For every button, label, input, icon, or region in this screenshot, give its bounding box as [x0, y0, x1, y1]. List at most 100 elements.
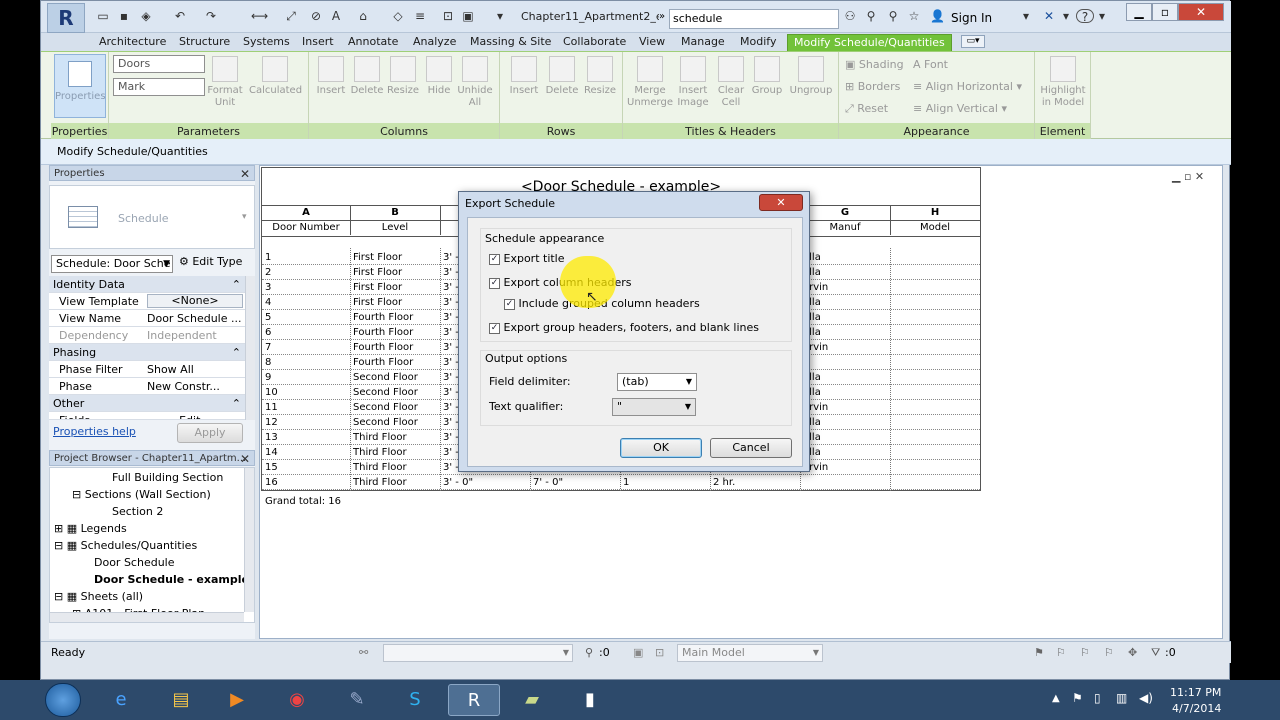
ok-button[interactable]: OK	[620, 438, 702, 458]
select-underlay-icon[interactable]: ⚐	[1056, 642, 1066, 664]
schedule-cell[interactable]: ella	[803, 371, 889, 385]
tray-volume-icon[interactable]: ◀)	[1139, 691, 1153, 705]
view-window-controls[interactable]: ▁ ▫ ✕	[1172, 170, 1204, 183]
title-chevron-icon[interactable]: »	[659, 11, 665, 22]
select-by-face-icon[interactable]: ⚐	[1104, 642, 1114, 664]
field-delimiter-select[interactable]: (tab) ▼	[617, 373, 697, 391]
merge-unmerge-button[interactable]: Merge Unmerge	[627, 56, 673, 109]
tab-manage[interactable]: Manage	[675, 34, 731, 51]
column-header[interactable]: Door Number	[262, 221, 350, 235]
schedule-cell[interactable]: 4	[265, 296, 349, 310]
communication-icon[interactable]: ⚲	[886, 9, 900, 23]
schedule-cell[interactable]: ella	[803, 446, 889, 460]
dimension-icon[interactable]: ⤢	[284, 9, 298, 23]
column-delete-button[interactable]: Delete	[349, 56, 385, 97]
schedule-cell[interactable]: arvin	[803, 461, 889, 475]
instance-selector[interactable]: Schedule: Door Sche ▼	[51, 255, 173, 273]
schedule-cell[interactable]: Third Floor	[353, 476, 439, 490]
group-phasing[interactable]: Phasing ⌃	[49, 344, 245, 361]
schedule-cell[interactable]: ella	[803, 326, 889, 340]
parameter-field-select[interactable]: Doors	[113, 55, 205, 73]
text-icon[interactable]: A	[329, 9, 343, 23]
tree-scrollbar[interactable]	[244, 468, 254, 612]
start-button[interactable]	[45, 683, 81, 717]
prop-row[interactable]: View Name Door Schedule ...	[49, 310, 245, 327]
group-button[interactable]: Group	[749, 56, 785, 97]
thin-lines-icon[interactable]: ≡	[413, 9, 427, 23]
tab-modify[interactable]: Modify	[734, 34, 782, 51]
tree-item[interactable]: Door Schedule	[94, 556, 175, 569]
filter-icon[interactable]: ⛛	[1151, 642, 1160, 664]
revit-logo[interactable]: R	[47, 3, 85, 33]
notes-icon[interactable]: ▰	[506, 684, 558, 716]
select-pinned-icon[interactable]: ⚐	[1080, 642, 1090, 664]
tray-arrow-icon[interactable]: ▲	[1052, 693, 1060, 704]
column-letter[interactable]: B	[350, 206, 440, 220]
pen-tool-icon[interactable]: ✎	[336, 684, 378, 716]
sign-in-link[interactable]: Sign In	[951, 11, 992, 25]
schedule-cell[interactable]: arvin	[803, 281, 889, 295]
schedule-cell[interactable]: 7' - 0"	[533, 476, 619, 490]
undo-icon[interactable]: ↶	[173, 9, 187, 23]
export-group-headers-checkbox[interactable]: ✓ Export group headers, footers, and bla…	[489, 321, 759, 334]
schedule-cell[interactable]: ella	[803, 251, 889, 265]
row-delete-button[interactable]: Delete	[544, 56, 580, 97]
schedule-cell[interactable]: 13	[265, 431, 349, 445]
exchange-icon[interactable]: ✕	[1042, 9, 1056, 23]
schedule-cell[interactable]: Fourth Floor	[353, 326, 439, 340]
exchange-dropdown-icon[interactable]: ▾	[1059, 9, 1073, 23]
revit-taskbar-icon[interactable]: R	[448, 684, 500, 716]
prop-row[interactable]: Phase Filter Show All	[49, 361, 245, 378]
3d-view-icon[interactable]: ⌂	[356, 9, 370, 23]
favorites-icon[interactable]: ☆	[907, 9, 921, 23]
schedule-cell[interactable]: ella	[803, 311, 889, 325]
drag-elements-icon[interactable]: ✥	[1128, 642, 1137, 664]
worksets-select[interactable]: ▼	[383, 644, 573, 662]
highlight-in-model-button[interactable]: Highlight in Model	[1039, 56, 1087, 109]
schedule-cell[interactable]: 10	[265, 386, 349, 400]
properties-help-link[interactable]: Properties help	[53, 425, 136, 438]
tray-flag-icon[interactable]: ⚑	[1072, 691, 1083, 705]
schedule-cell[interactable]: First Floor	[353, 296, 439, 310]
media-player-icon[interactable]: ▶	[216, 684, 258, 716]
column-insert-button[interactable]: Insert	[313, 56, 349, 97]
schedule-cell[interactable]: 5	[265, 311, 349, 325]
tree-item[interactable]: Full Building Section	[112, 471, 223, 484]
text-qualifier-select[interactable]: " ▼	[612, 398, 696, 416]
calculated-button[interactable]: Calculated	[249, 56, 302, 97]
design-options-edit-icon[interactable]: ⊡	[655, 642, 664, 664]
insert-image-button[interactable]: Insert Image	[675, 56, 711, 109]
close-views-icon[interactable]: ⊡	[441, 9, 455, 23]
tab-modify-schedule-quantities[interactable]: Modify Schedule/Quantities	[787, 34, 952, 51]
help-dropdown-icon[interactable]: ▾	[1095, 9, 1109, 23]
schedule-cell[interactable]: 14	[265, 446, 349, 460]
schedule-cell[interactable]: 7	[265, 341, 349, 355]
tab-analyze[interactable]: Analyze	[407, 34, 462, 51]
schedule-cell[interactable]: 15	[265, 461, 349, 475]
chrome-icon[interactable]: ◉	[276, 684, 318, 716]
worksets-icon[interactable]: ⚯	[359, 642, 368, 664]
schedule-cell[interactable]: 2	[265, 266, 349, 280]
signin-dropdown-icon[interactable]: ▾	[1019, 9, 1033, 23]
measure-icon[interactable]: ⟷	[251, 9, 268, 23]
minimize-button[interactable]: ▁	[1126, 3, 1152, 21]
properties-button[interactable]: Properties	[54, 54, 106, 118]
schedule-cell[interactable]: Second Floor	[353, 386, 439, 400]
schedule-cell[interactable]: ella	[803, 266, 889, 280]
select-links-icon[interactable]: ⚑	[1034, 642, 1044, 664]
format-unit-button[interactable]: Format Unit	[207, 56, 243, 109]
schedule-cell[interactable]: ella	[803, 416, 889, 430]
tab-collaborate[interactable]: Collaborate	[557, 34, 632, 51]
schedule-cell[interactable]: First Floor	[353, 251, 439, 265]
schedule-cell[interactable]: arvin	[803, 341, 889, 355]
infocenter-search-input[interactable]: schedule	[669, 9, 839, 29]
editable-only-icon[interactable]: ⚲	[585, 642, 593, 664]
schedule-cell[interactable]: 9	[265, 371, 349, 385]
column-letter[interactable]: H	[890, 206, 980, 220]
maximize-button[interactable]: ▫	[1152, 3, 1178, 21]
tab-systems[interactable]: Systems	[237, 34, 296, 51]
align-vertical-button[interactable]: ≡ Align Vertical ▾	[913, 102, 1007, 115]
qat-dropdown-icon[interactable]: ▾	[493, 9, 507, 23]
binoculars-icon[interactable]: ⚇	[843, 9, 857, 23]
schedule-cell[interactable]: Second Floor	[353, 416, 439, 430]
